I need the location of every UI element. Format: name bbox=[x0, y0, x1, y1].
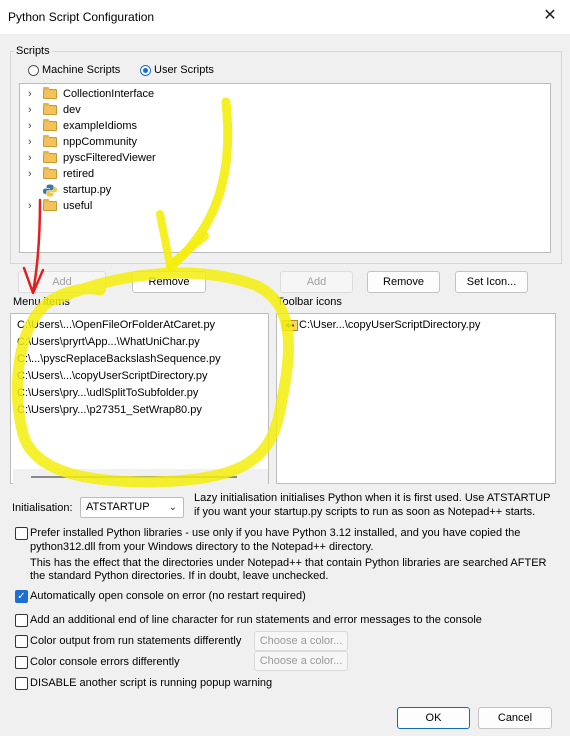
folder-icon bbox=[43, 119, 57, 131]
toolbar-icons-label: Toolbar icons bbox=[277, 296, 342, 308]
add-eol-label[interactable]: Add an additional end of line character … bbox=[30, 614, 482, 626]
chevron-right-icon[interactable]: › bbox=[28, 118, 38, 134]
initialisation-select[interactable]: ATSTARTUP ⌄ bbox=[80, 497, 184, 518]
window-title: Python Script Configuration bbox=[8, 10, 155, 24]
python-file-icon bbox=[43, 184, 57, 197]
chevron-right-icon[interactable]: › bbox=[28, 86, 38, 102]
auto-console-checkbox[interactable]: ✓ bbox=[15, 590, 28, 603]
initialisation-label: Initialisation: bbox=[12, 502, 73, 514]
list-item[interactable]: C:\Users\...\OpenFileOrFolderAtCaret.py bbox=[17, 317, 215, 334]
choose-output-color-button[interactable]: Choose a color... bbox=[254, 631, 348, 651]
user-scripts-label[interactable]: User Scripts bbox=[154, 64, 214, 76]
list-item[interactable]: C:\Users\pry...\udlSplitToSubfolder.py bbox=[17, 385, 198, 402]
scrollbar-thumb[interactable] bbox=[31, 476, 237, 478]
choose-error-color-button[interactable]: Choose a color... bbox=[254, 651, 348, 671]
folder-icon bbox=[43, 103, 57, 115]
list-item[interactable]: C:\Users\pryrt\App...\WhatUniChar.py bbox=[17, 334, 200, 351]
add-eol-checkbox[interactable] bbox=[15, 614, 28, 627]
toolbar-add-button[interactable]: Add bbox=[280, 271, 353, 293]
prefer-installed-note-2: the standard Python directories. If in d… bbox=[30, 570, 329, 582]
user-scripts-radio[interactable] bbox=[140, 65, 151, 76]
prefer-installed-checkbox[interactable] bbox=[15, 527, 28, 540]
tree-item-label: startup.py bbox=[63, 184, 112, 196]
scripts-group-label: Scripts bbox=[14, 45, 52, 57]
tree-item-label: CollectionInterface bbox=[63, 88, 155, 100]
tree-item-label: nppCommunity bbox=[63, 136, 137, 148]
toolbar-icons-list[interactable]: C:\User...\copyUserScriptDirectory.py bbox=[276, 313, 556, 484]
color-output-label[interactable]: Color output from run statements differe… bbox=[30, 635, 241, 647]
chevron-right-icon[interactable]: › bbox=[28, 198, 38, 214]
disable-popup-label[interactable]: DISABLE another script is running popup … bbox=[30, 677, 272, 689]
ok-button[interactable]: OK bbox=[397, 707, 470, 729]
folder-icon bbox=[43, 135, 57, 147]
initialisation-help-1: Lazy initialisation initialises Python w… bbox=[194, 492, 551, 504]
machine-scripts-radio[interactable] bbox=[28, 65, 39, 76]
folder-icon bbox=[43, 167, 57, 179]
scripts-tree[interactable]: › CollectionInterface › dev › exampleIdi… bbox=[19, 83, 551, 253]
folder-icon bbox=[43, 87, 57, 99]
cancel-button[interactable]: Cancel bbox=[478, 707, 552, 729]
menu-items-label: Menu items bbox=[13, 296, 70, 308]
menu-add-button[interactable]: Add bbox=[18, 271, 106, 293]
close-icon[interactable]: ✕ bbox=[540, 6, 560, 26]
machine-scripts-label[interactable]: Machine Scripts bbox=[42, 64, 120, 76]
menu-remove-button[interactable]: Remove bbox=[132, 271, 206, 293]
prefer-installed-note-1: This has the effect that the directories… bbox=[30, 557, 547, 569]
tree-item-label: pyscFilteredViewer bbox=[63, 152, 156, 164]
chevron-right-icon[interactable]: › bbox=[28, 166, 38, 182]
horizontal-scrollbar[interactable] bbox=[13, 469, 268, 485]
prefer-installed-label-2: python312.dll from your Windows director… bbox=[30, 541, 374, 553]
set-icon-button[interactable]: Set Icon... bbox=[455, 271, 528, 293]
folder-icon bbox=[43, 199, 57, 211]
initialisation-value: ATSTARTUP bbox=[86, 501, 150, 513]
list-item[interactable]: C:\Users\pry...\p27351_SetWrap80.py bbox=[17, 402, 202, 419]
list-item[interactable]: C:\User...\copyUserScriptDirectory.py bbox=[299, 317, 480, 334]
folder-icon bbox=[43, 151, 57, 163]
toolbar-remove-button[interactable]: Remove bbox=[367, 271, 440, 293]
list-item[interactable]: C:\...\pyscReplaceBackslashSequence.py bbox=[17, 351, 221, 368]
chevron-right-icon[interactable]: › bbox=[28, 134, 38, 150]
disable-popup-checkbox[interactable] bbox=[15, 677, 28, 690]
chevron-right-icon[interactable]: › bbox=[28, 102, 38, 118]
color-output-checkbox[interactable] bbox=[15, 635, 28, 648]
chevron-down-icon: ⌄ bbox=[168, 502, 177, 513]
tree-item-label: useful bbox=[63, 200, 93, 212]
tree-item-label: exampleIdioms bbox=[63, 120, 137, 132]
color-errors-checkbox[interactable] bbox=[15, 656, 28, 669]
tree-item-label: dev bbox=[63, 104, 81, 116]
menu-items-list[interactable]: C:\Users\...\OpenFileOrFolderAtCaret.py … bbox=[10, 313, 269, 485]
initialisation-help-2: if you want your startup.py scripts to r… bbox=[194, 506, 536, 518]
tree-item-label: retired bbox=[63, 168, 95, 180]
prefer-installed-label[interactable]: Prefer installed Python libraries - use … bbox=[30, 527, 520, 539]
auto-console-label[interactable]: Automatically open console on error (no … bbox=[30, 590, 306, 602]
list-item[interactable]: C:\Users\...\copyUserScriptDirectory.py bbox=[17, 368, 208, 385]
toolbar-script-icon bbox=[282, 320, 298, 331]
chevron-right-icon[interactable]: › bbox=[28, 150, 38, 166]
color-errors-label[interactable]: Color console errors differently bbox=[30, 656, 180, 668]
